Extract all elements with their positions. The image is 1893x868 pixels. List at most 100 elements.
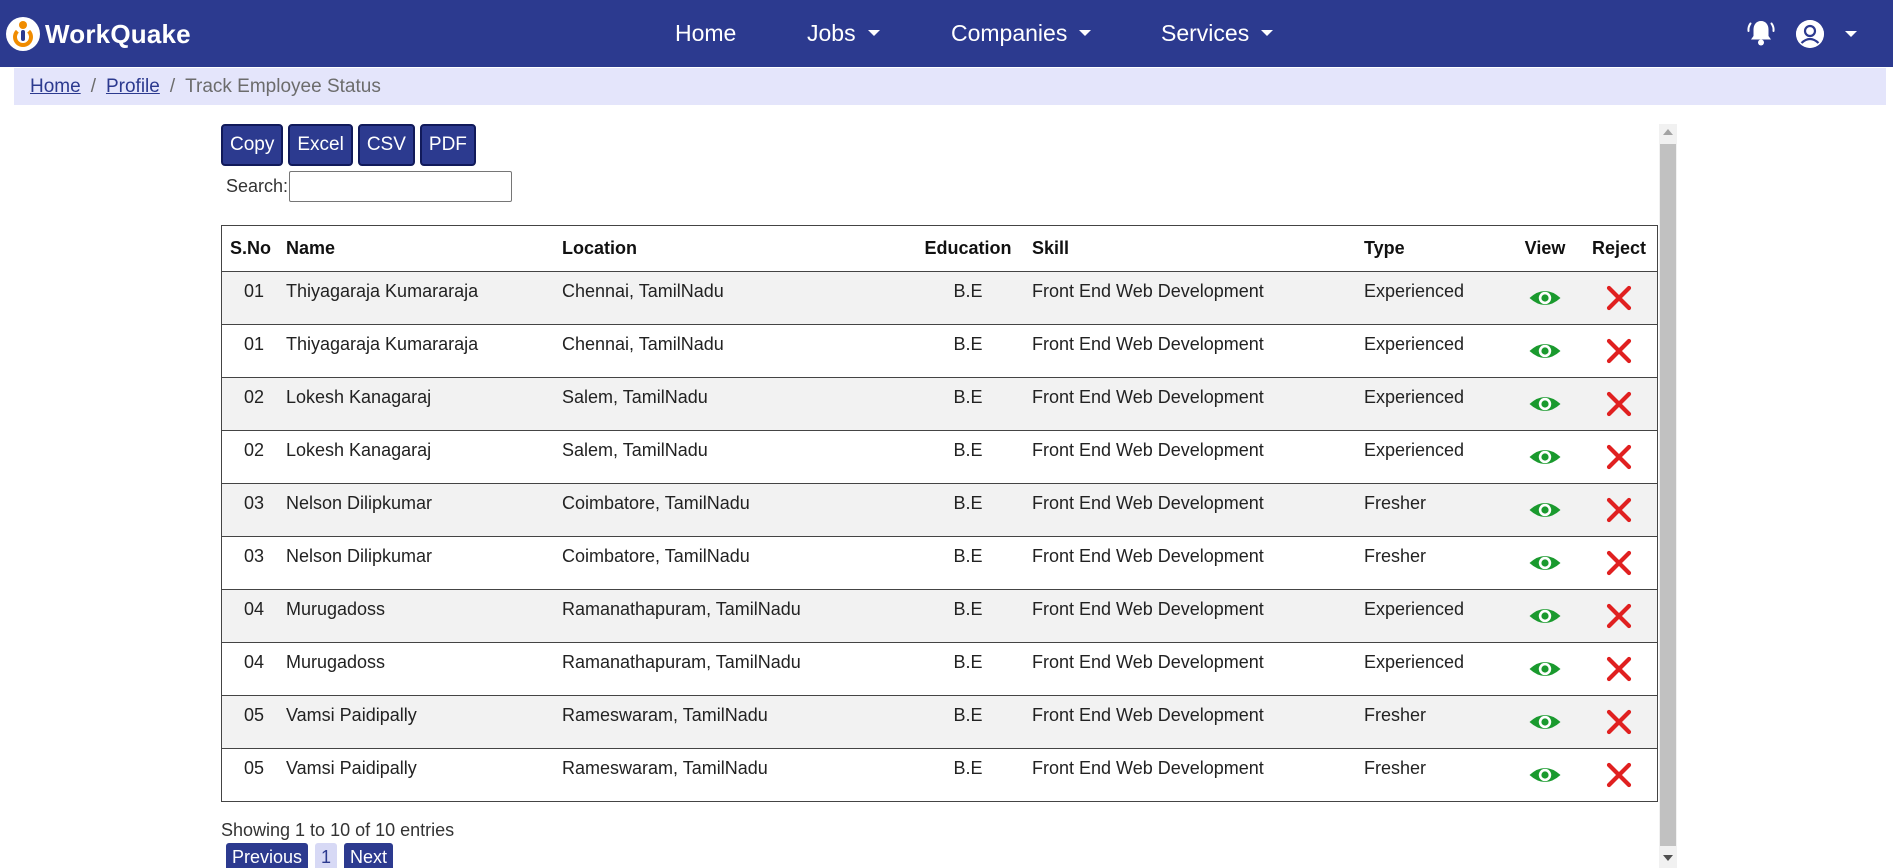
cell-skill-text: Front End Web Development — [1032, 281, 1264, 301]
nav-item-home[interactable]: Home — [675, 18, 736, 48]
cell-sno: 04 — [222, 642, 286, 696]
account-chevron-down-icon[interactable] — [1845, 31, 1857, 37]
cell-skill: Front End Web Development — [1032, 748, 1364, 801]
scroll-up-arrow-icon[interactable] — [1663, 129, 1673, 135]
nav-companies-label: Companies — [951, 20, 1068, 46]
column-header-education[interactable]: Education — [904, 226, 1032, 272]
scroll-thumb[interactable] — [1660, 144, 1676, 846]
cell-type-text: Experienced — [1364, 281, 1465, 301]
cell-sno-text: 04 — [243, 599, 265, 619]
nav-home-label: Home — [675, 20, 737, 46]
x-icon[interactable] — [1606, 603, 1632, 629]
cell-education: B.E — [904, 324, 1032, 378]
x-icon[interactable] — [1606, 497, 1632, 523]
user-icon[interactable] — [1796, 20, 1824, 48]
cell-reject — [1581, 695, 1657, 749]
column-header-reject[interactable]: Reject — [1581, 226, 1657, 272]
column-header-location[interactable]: Location — [562, 226, 904, 272]
search-input[interactable] — [289, 171, 513, 202]
cell-skill-text: Front End Web Development — [1032, 334, 1264, 354]
pdf-button[interactable]: PDF — [419, 124, 476, 166]
eye-icon[interactable] — [1528, 658, 1562, 680]
cell-type-text: Experienced — [1364, 599, 1465, 619]
nav-item-companies[interactable]: Companies — [951, 18, 1092, 48]
cell-location-text: Rameswaram, TamilNadu — [562, 705, 768, 725]
column-header-type[interactable]: Type — [1364, 226, 1509, 272]
x-icon[interactable] — [1606, 391, 1632, 417]
cell-skill: Front End Web Development — [1032, 377, 1364, 431]
excel-button[interactable]: Excel — [288, 124, 353, 166]
next-page-button[interactable]: Next — [344, 843, 394, 868]
cell-name: Lokesh Kanagaraj — [286, 430, 562, 484]
nav-links: Home Jobs Companies Services — [0, 0, 1893, 67]
nav-item-jobs[interactable]: Jobs — [807, 18, 880, 48]
cell-sno: 03 — [222, 536, 286, 590]
column-header-skill[interactable]: Skill — [1032, 226, 1364, 272]
cell-name-text: Murugadoss — [286, 652, 386, 672]
cell-name: Lokesh Kanagaraj — [286, 377, 562, 431]
cell-reject — [1581, 642, 1657, 696]
breadcrumb-home-link[interactable]: Home — [30, 76, 81, 98]
page-1-button[interactable]: 1 — [315, 843, 338, 868]
column-header-sno[interactable]: S.No — [222, 226, 286, 272]
cell-sno-text: 03 — [243, 493, 265, 513]
eye-icon[interactable] — [1528, 605, 1562, 627]
cell-sno: 02 — [222, 430, 286, 484]
nav-jobs-label: Jobs — [807, 20, 856, 46]
x-icon[interactable] — [1606, 656, 1632, 682]
x-icon[interactable] — [1606, 709, 1632, 735]
eye-icon[interactable] — [1528, 499, 1562, 521]
x-icon[interactable] — [1606, 338, 1632, 364]
table-row: 02 Lokesh Kanagaraj Salem, TamilNadu B.E Fro… — [222, 430, 1657, 484]
cell-sno: 01 — [222, 324, 286, 378]
x-icon[interactable] — [1606, 285, 1632, 311]
cell-location: Salem, TamilNadu — [562, 377, 904, 431]
eye-icon[interactable] — [1528, 764, 1562, 786]
column-header-name[interactable]: Name — [286, 226, 562, 272]
cell-education-text: B.E — [953, 387, 983, 407]
cell-name-text: Murugadoss — [286, 599, 386, 619]
cell-education: B.E — [904, 695, 1032, 749]
export-toolbar: Copy Excel CSV PDF — [221, 124, 476, 166]
cell-skill-text: Front End Web Development — [1032, 493, 1264, 513]
eye-icon[interactable] — [1528, 711, 1562, 733]
table-row: 05 Vamsi Paidipally Rameswaram, TamilNadu B… — [222, 748, 1657, 801]
pagination: Previous 1 Next — [226, 843, 394, 868]
nav-item-services[interactable]: Services — [1161, 18, 1274, 48]
x-icon[interactable] — [1606, 550, 1632, 576]
table-row: 05 Vamsi Paidipally Rameswaram, TamilNadu B… — [222, 695, 1657, 749]
column-header-view[interactable]: View — [1509, 226, 1581, 272]
copy-button[interactable]: Copy — [221, 124, 284, 166]
cell-view — [1509, 695, 1581, 749]
eye-icon[interactable] — [1528, 446, 1562, 468]
table-scrollbar[interactable] — [1659, 124, 1677, 868]
eye-icon[interactable] — [1528, 340, 1562, 362]
csv-button[interactable]: CSV — [357, 124, 415, 166]
cell-type: Experienced — [1364, 642, 1509, 696]
cell-name-text: Nelson Dilipkumar — [286, 546, 433, 566]
breadcrumb-profile-link[interactable]: Profile — [106, 76, 160, 98]
cell-view — [1509, 377, 1581, 431]
cell-view — [1509, 430, 1581, 484]
eye-icon[interactable] — [1528, 287, 1562, 309]
x-icon[interactable] — [1606, 762, 1632, 788]
cell-type: Fresher — [1364, 695, 1509, 749]
cell-sno-text: 02 — [243, 440, 265, 460]
cell-location: Coimbatore, TamilNadu — [562, 536, 904, 590]
eye-icon[interactable] — [1528, 552, 1562, 574]
cell-skill: Front End Web Development — [1032, 642, 1364, 696]
cell-sno-text: 02 — [243, 387, 265, 407]
bell-icon[interactable] — [1746, 18, 1776, 48]
navbar: WorkQuake Home Jobs Companies Services — [0, 0, 1893, 67]
cell-view — [1509, 536, 1581, 590]
eye-icon[interactable] — [1528, 393, 1562, 415]
cell-view — [1509, 642, 1581, 696]
table-row: 01 Thiyagaraja Kumararaja Chennai, TamilNa… — [222, 271, 1657, 325]
search-label: Search: — [226, 176, 289, 196]
scroll-down-arrow-icon[interactable] — [1663, 855, 1673, 861]
search-row: Search: — [226, 171, 513, 202]
cell-sno: 05 — [222, 695, 286, 749]
cell-skill: Front End Web Development — [1032, 483, 1364, 537]
previous-page-button[interactable]: Previous — [226, 843, 309, 868]
x-icon[interactable] — [1606, 444, 1632, 470]
